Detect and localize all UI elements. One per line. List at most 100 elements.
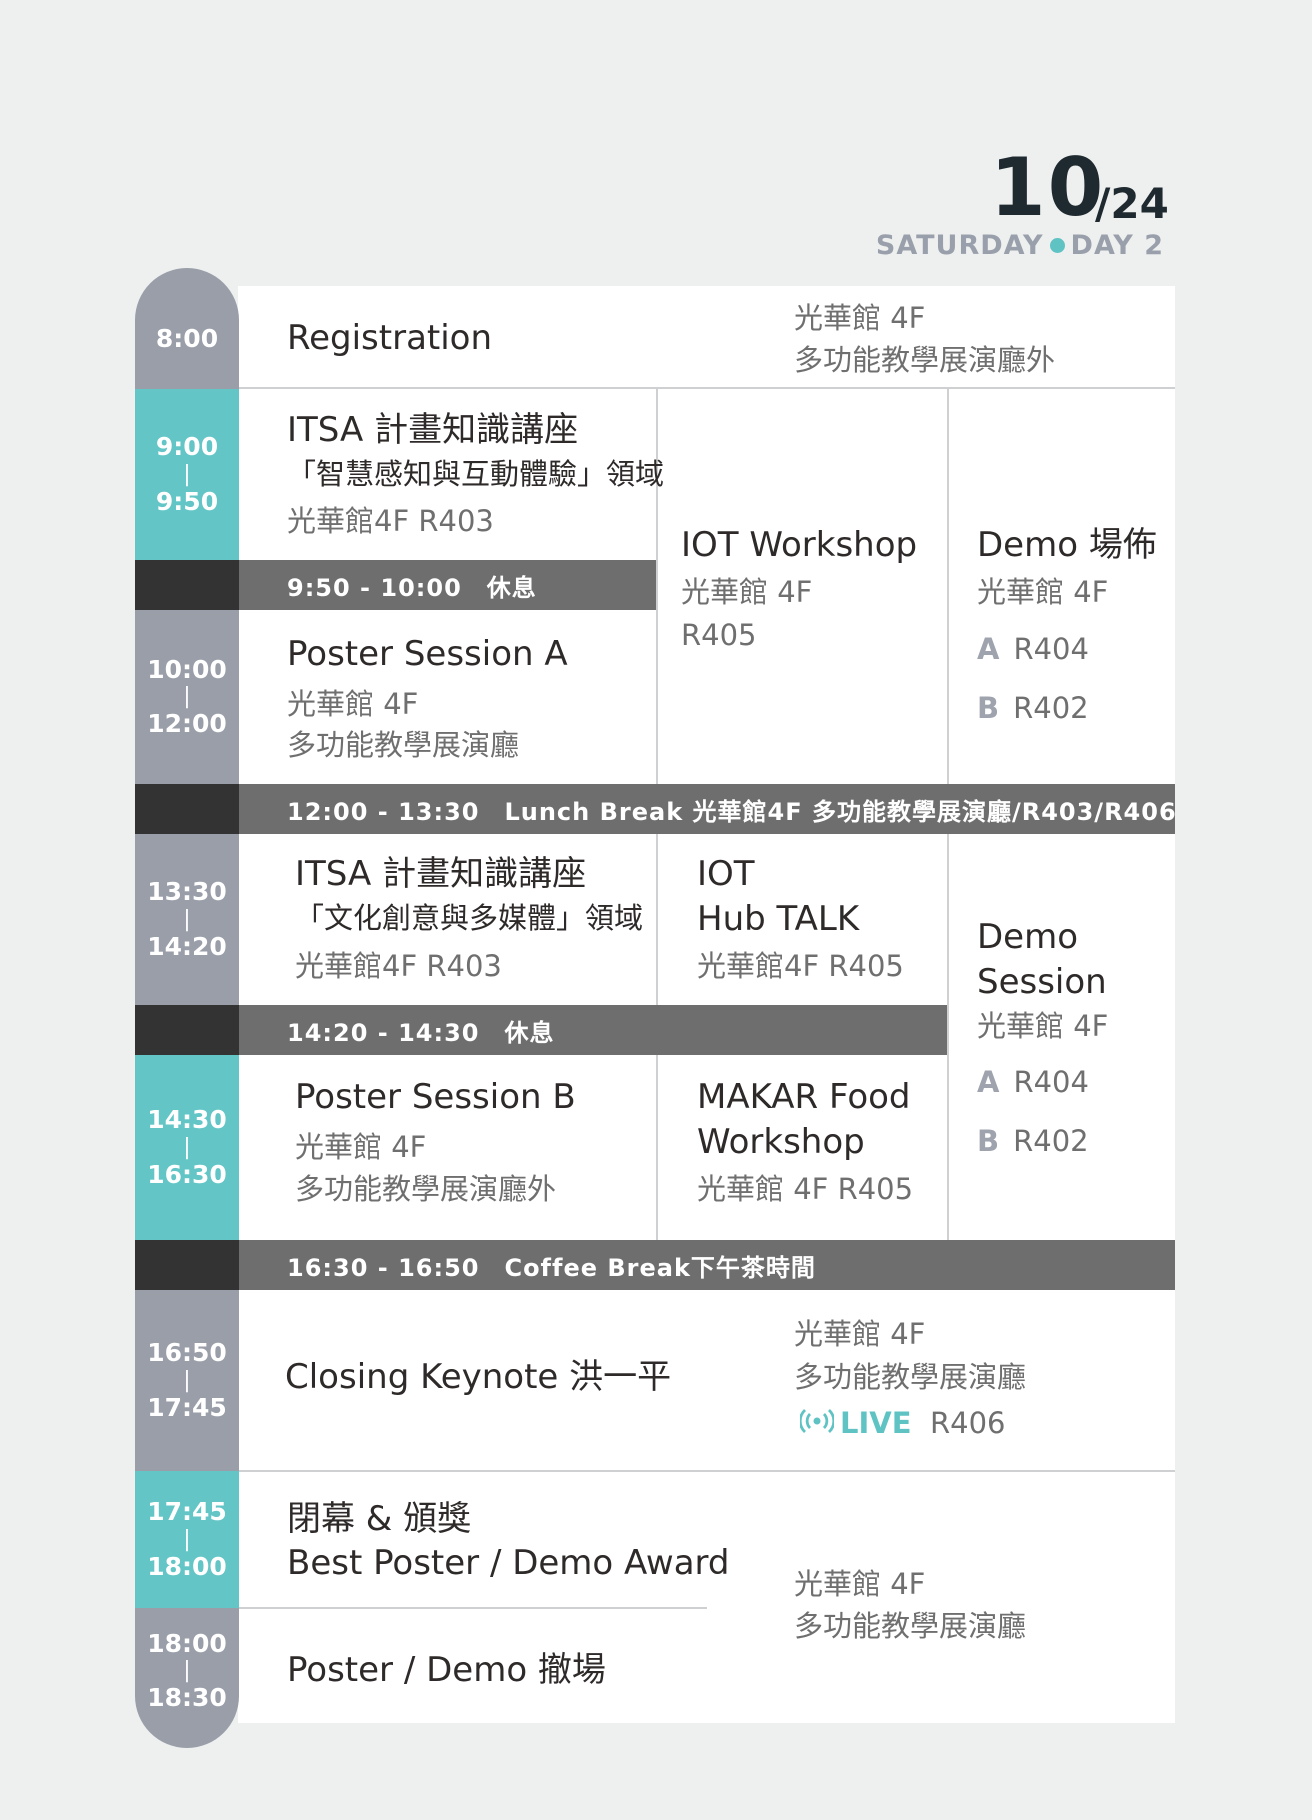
live-label: LIVE xyxy=(840,1406,912,1440)
time-separator: | xyxy=(183,906,191,932)
room-b-number: R402 xyxy=(1013,691,1089,725)
time-end: 12:00 xyxy=(147,709,227,738)
time-start: 8:00 xyxy=(155,324,219,354)
column-divider xyxy=(656,389,658,784)
time-start: 17:45 xyxy=(147,1497,227,1526)
time-separator: | xyxy=(183,684,191,709)
time-end: 17:45 xyxy=(147,1392,227,1422)
demo-session-room-b: B R402 xyxy=(977,1123,1089,1161)
award-location-building: 光華館 4F xyxy=(794,1567,926,1601)
time-cell-break-2 xyxy=(135,1005,239,1055)
demo-session-room-a: A R404 xyxy=(977,1064,1089,1102)
demo-setup-title: Demo 場佈 xyxy=(977,525,1157,565)
day-number: DAY 2 xyxy=(1070,230,1164,261)
column-divider xyxy=(947,834,949,1240)
time-cell-13-30: 13:30 | 14:20 xyxy=(135,834,239,1005)
poster-session-a-title: Poster Session A xyxy=(287,634,568,674)
weekday-text: SATURDAY xyxy=(875,230,1044,261)
itsa-talk-1-location: 光華館4F R403 xyxy=(287,504,494,538)
time-cell-break-1 xyxy=(135,560,239,610)
teardown-title: Poster / Demo 撤場 xyxy=(287,1650,606,1690)
time-cell-10-00: 10:00 | 12:00 xyxy=(135,610,239,784)
time-start: 10:00 xyxy=(147,654,227,684)
column-divider xyxy=(947,389,949,784)
iot-workshop-location-room: R405 xyxy=(681,618,757,652)
room-b-number: R402 xyxy=(1013,1124,1089,1158)
time-separator: | xyxy=(183,1134,191,1160)
makar-workshop-title-line-1: MAKAR Food xyxy=(697,1077,911,1117)
registration-location-building: 光華館 4F xyxy=(794,301,926,335)
room-b-label: B xyxy=(977,691,1000,725)
itsa-talk-1-title: ITSA 計畫知識講座 xyxy=(287,410,579,450)
award-location-room: 多功能教學展演廳 xyxy=(794,1609,1027,1643)
time-separator: | xyxy=(183,1367,191,1393)
closing-keynote-title: Closing Keynote 洪一平 xyxy=(285,1357,672,1397)
time-cell-9-00: 9:00 | 9:50 xyxy=(135,389,239,560)
time-start: 13:30 xyxy=(147,877,227,906)
time-end: 18:00 xyxy=(147,1551,227,1581)
room-a-number: R404 xyxy=(1013,1065,1089,1099)
itsa-talk-2-subtitle: 「文化創意與多媒體」領域 xyxy=(295,901,644,935)
break-bar-2: 14:20 - 14:30 休息 xyxy=(239,1005,948,1055)
iot-hub-talk-title-line-2: Hub TALK xyxy=(697,899,860,939)
time-cell-17-45: 17:45 | 18:00 xyxy=(135,1471,239,1608)
demo-session-location: 光華館 4F xyxy=(977,1009,1109,1043)
row-divider xyxy=(239,1607,707,1609)
registration-title: Registration xyxy=(287,318,493,358)
weekday-label: SATURDAY DAY 2 xyxy=(876,232,1164,259)
date-month: /24 xyxy=(1095,179,1169,228)
iot-hub-talk-location: 光華館4F R405 xyxy=(697,949,904,983)
makar-workshop-title-line-2: Workshop xyxy=(697,1122,865,1162)
room-b-label: B xyxy=(977,1124,1000,1158)
registration-location-room: 多功能教學展演廳外 xyxy=(794,343,1056,377)
room-a-label: A xyxy=(977,1065,1000,1099)
demo-session-title-line-1: Demo xyxy=(977,917,1079,957)
room-a-number: R404 xyxy=(1013,632,1089,666)
time-end: 16:30 xyxy=(147,1159,227,1189)
closing-keynote-live: LIVE R406 xyxy=(798,1405,1006,1444)
itsa-talk-2-title: ITSA 計畫知識講座 xyxy=(295,854,587,894)
time-cell-8-00: 8:00 xyxy=(135,268,239,389)
time-cell-18-00: 18:00 | 18:30 xyxy=(135,1608,239,1748)
poster-session-b-title: Poster Session B xyxy=(295,1077,576,1117)
iot-workshop-title: IOT Workshop xyxy=(681,525,918,565)
time-cell-16-50: 16:50 | 17:45 xyxy=(135,1290,239,1471)
itsa-talk-2-location: 光華館4F R403 xyxy=(295,949,502,983)
column-divider xyxy=(656,834,658,1005)
time-end: 9:50 xyxy=(155,486,219,516)
poster-session-b-location-room: 多功能教學展演廳外 xyxy=(295,1172,557,1206)
break-bar-lunch: 12:00 - 13:30 Lunch Break 光華館4F 多功能教學展演廳… xyxy=(239,784,1176,834)
live-room: R406 xyxy=(929,1406,1006,1440)
break-bar-coffee: 16:30 - 16:50 Coffee Break下午茶時間 xyxy=(239,1240,1175,1290)
row-divider xyxy=(239,387,1175,389)
demo-setup-room-b: B R402 xyxy=(977,690,1089,728)
row-divider xyxy=(239,1470,1175,1472)
poster-session-a-location-building: 光華館 4F xyxy=(287,687,419,721)
time-separator: | xyxy=(183,1526,191,1552)
demo-setup-location: 光華館 4F xyxy=(977,575,1109,609)
demo-setup-room-a: A R404 xyxy=(977,631,1089,669)
time-start: 18:00 xyxy=(147,1628,227,1658)
date-day: 10 xyxy=(990,141,1106,234)
itsa-talk-1-subtitle: 「智慧感知與互動體驗」領域 xyxy=(287,457,665,491)
room-a-label: A xyxy=(977,632,1000,666)
time-start: 16:50 xyxy=(147,1338,227,1367)
time-separator: | xyxy=(183,1658,191,1683)
dot-icon xyxy=(1049,238,1065,253)
poster-session-b-location-building: 光華館 4F xyxy=(295,1130,427,1164)
break-bar-1: 9:50 - 10:00 休息 xyxy=(239,560,658,610)
broadcast-icon xyxy=(798,1406,836,1444)
time-end: 14:20 xyxy=(147,931,227,961)
time-cell-coffee xyxy=(135,1240,239,1290)
time-separator: | xyxy=(183,461,191,487)
makar-workshop-location: 光華館 4F R405 xyxy=(697,1172,914,1206)
time-cell-lunch xyxy=(135,784,239,834)
time-end: 18:30 xyxy=(147,1683,227,1712)
closing-keynote-location-building: 光華館 4F xyxy=(794,1317,926,1351)
closing-keynote-location-room: 多功能教學展演廳 xyxy=(794,1360,1027,1394)
demo-session-title-line-2: Session xyxy=(977,962,1107,1002)
iot-hub-talk-title-line-1: IOT xyxy=(697,854,755,894)
column-divider xyxy=(656,1055,658,1240)
iot-workshop-location-building: 光華館 4F xyxy=(681,575,813,609)
time-start: 9:00 xyxy=(155,432,219,461)
